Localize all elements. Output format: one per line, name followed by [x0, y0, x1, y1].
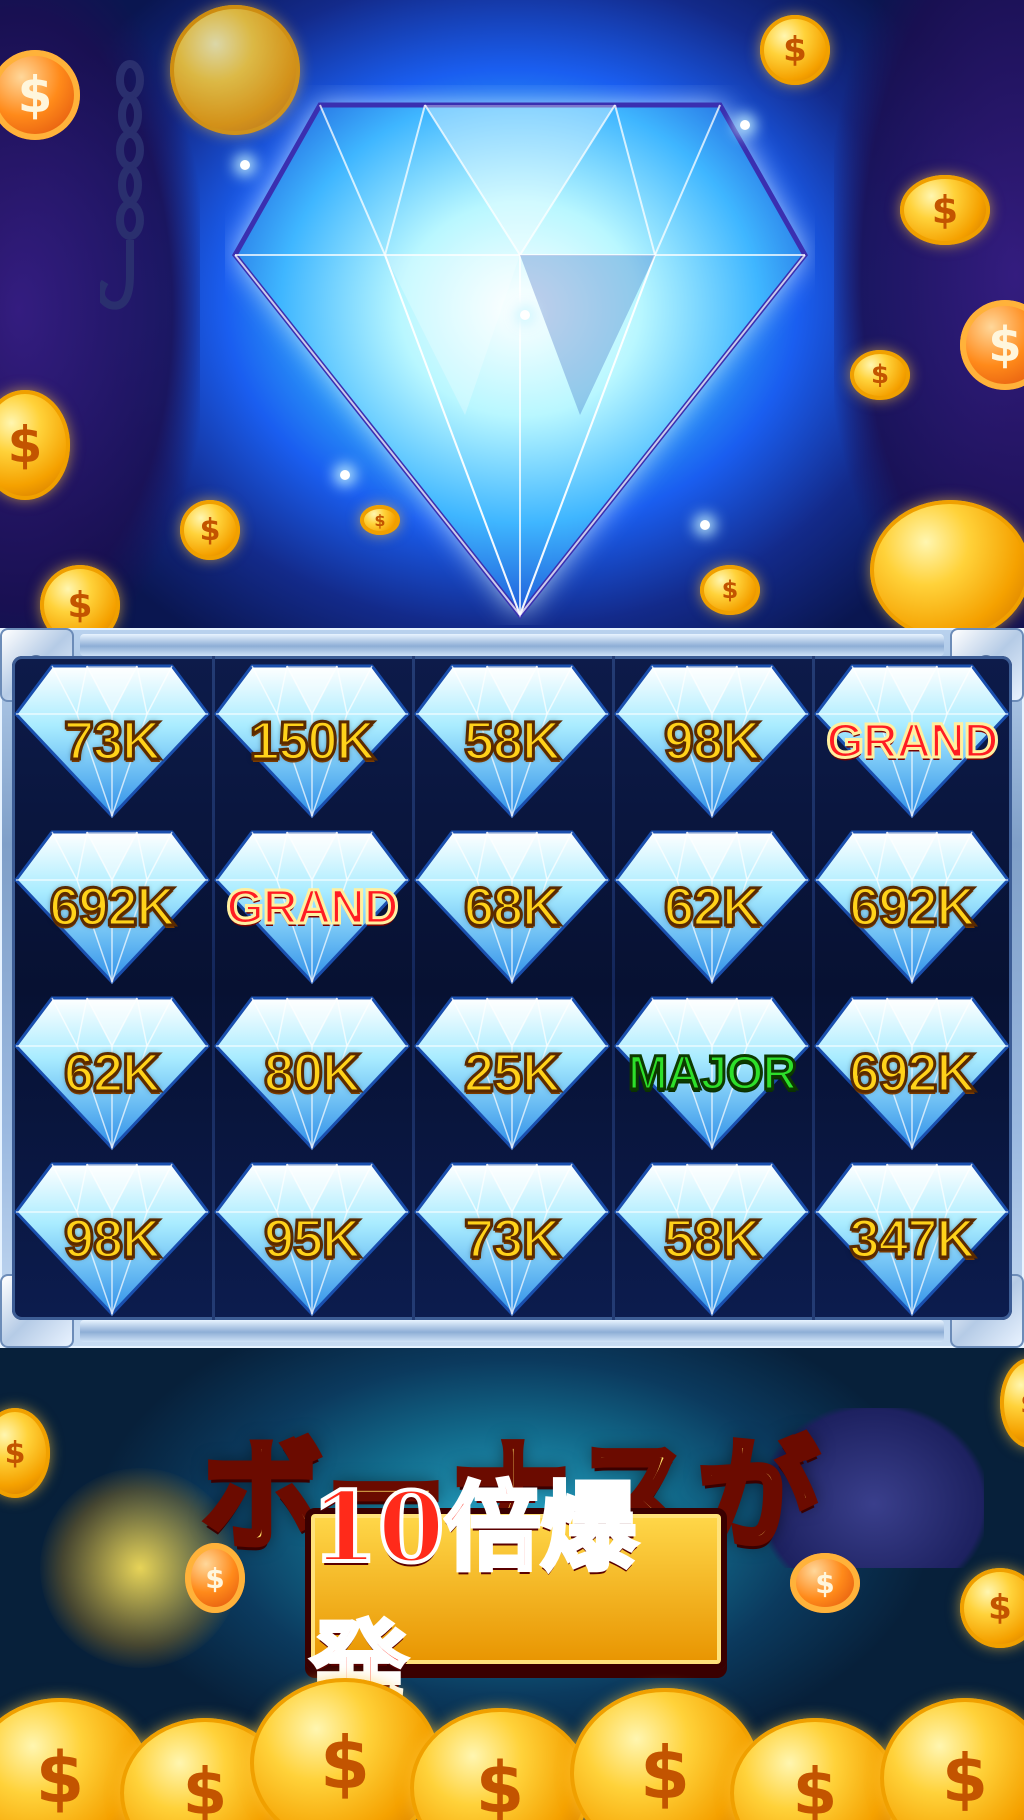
symbol-value-label: GRAND [225, 879, 400, 935]
sparkle-icon [740, 120, 750, 130]
coin-icon: $ [960, 1568, 1024, 1648]
diamond-symbol: 150K [212, 656, 412, 822]
chain-hook-icon [100, 60, 144, 310]
diamond-symbol: 25K [412, 988, 612, 1154]
symbol-value-label: 62K [62, 1042, 162, 1105]
sparkle-icon [700, 520, 710, 530]
symbol-value-label: 347K [848, 1208, 977, 1271]
symbol-value-label: 68K [462, 876, 562, 939]
frame-top-bar [80, 634, 944, 656]
symbol-value-label: 95K [262, 1208, 362, 1271]
symbol-value-label: 692K [848, 876, 977, 939]
diamond-symbol: 62K [612, 822, 812, 988]
diamond-symbol: 692K [812, 988, 1012, 1154]
symbol-value-label: 98K [62, 1208, 162, 1271]
diamond-symbol: 692K [812, 822, 1012, 988]
sparkle-icon [240, 160, 250, 170]
hero-banner: $ $ $ $ $ $ $ $ $ $ [0, 0, 1024, 630]
symbol-value-label: 692K [48, 876, 177, 939]
coin-icon: $ [790, 1553, 860, 1613]
coin-icon: $ [700, 565, 760, 615]
diamond-symbol: 98K [612, 656, 812, 822]
coin-icon: $ [850, 350, 910, 400]
coin-icon: $ [730, 1718, 900, 1820]
coin-icon: $ [185, 1543, 245, 1613]
symbol-value-label: 73K [62, 710, 162, 773]
coin-icon: $ [360, 505, 400, 535]
reel-grid[interactable]: 73K 150K 58K 98K GRAND 692K GRAND 68K 62… [12, 656, 1012, 1320]
coin-icon: $ [880, 1698, 1024, 1820]
diamond-symbol: 80K [212, 988, 412, 1154]
diamond-symbol: 73K [412, 1154, 612, 1320]
coin-pile: $ $ $ $ $ $ $ [0, 1678, 1024, 1820]
diamond-symbol: 58K [412, 656, 612, 822]
symbol-value-label: 73K [462, 1208, 562, 1271]
giant-diamond-icon [231, 102, 809, 620]
symbol-value-label: 62K [662, 876, 762, 939]
symbol-value-label: 692K [848, 1042, 977, 1105]
frame-bottom-bar [80, 1320, 944, 1342]
symbol-value-label: MAJOR [626, 1045, 798, 1101]
sparkle-icon [340, 470, 350, 480]
diamond-symbol: 58K [612, 1154, 812, 1320]
slot-machine-frame: 73K 150K 58K 98K GRAND 692K GRAND 68K 62… [0, 628, 1024, 1348]
diamond-symbol: 62K [12, 988, 212, 1154]
promo-badge: 10倍爆発 [305, 1469, 727, 1725]
diamond-symbol: 692K [12, 822, 212, 988]
symbol-value-label: 98K [662, 710, 762, 773]
coin-icon [170, 5, 300, 135]
coin-icon [870, 500, 1024, 630]
coin-icon: $ [900, 175, 990, 245]
symbol-value-label: 150K [248, 710, 377, 773]
diamond-symbol: GRAND [212, 822, 412, 988]
symbol-value-label: 58K [462, 710, 562, 773]
diamond-symbol: 98K [12, 1154, 212, 1320]
coin-icon: $ [180, 500, 240, 560]
diamond-symbol: 68K [412, 822, 612, 988]
diamond-symbol: MAJOR [612, 988, 812, 1154]
symbol-value-label: 80K [262, 1042, 362, 1105]
symbol-value-label: 58K [662, 1208, 762, 1271]
promo-banner: ボーナスが 10倍爆発 $ $ $ $ $ $ $ $ $ $ $ $ [0, 1348, 1024, 1820]
coin-icon: $ [410, 1708, 590, 1820]
diamond-symbol: 347K [812, 1154, 1012, 1320]
coin-icon: $ [760, 15, 830, 85]
diamond-symbol: 73K [12, 656, 212, 822]
symbol-value-label: 25K [462, 1042, 562, 1105]
diamond-symbol: 95K [212, 1154, 412, 1320]
sparkle-icon [520, 310, 530, 320]
symbol-value-label: GRAND [825, 713, 1000, 769]
diamond-symbol: GRAND [812, 656, 1012, 822]
